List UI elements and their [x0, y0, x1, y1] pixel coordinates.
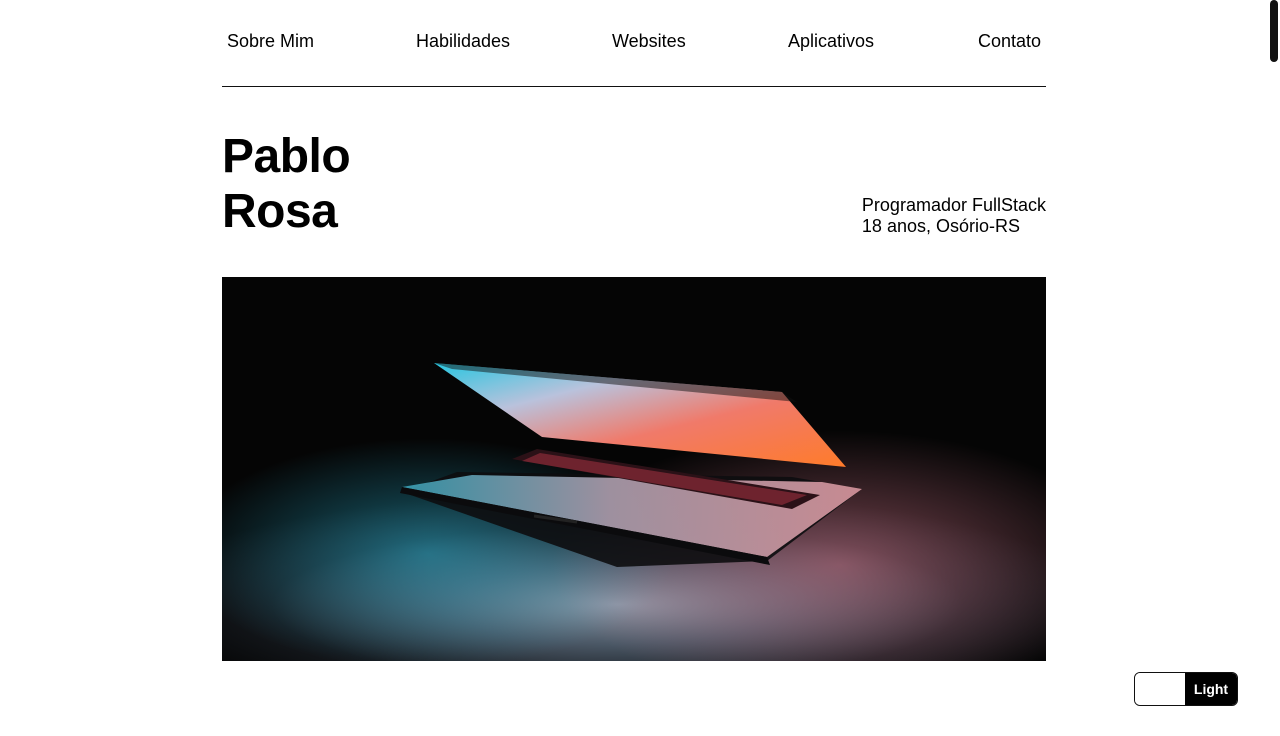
- laptop-photo-image: [222, 277, 1046, 661]
- theme-toggle-label: Light: [1185, 673, 1237, 705]
- nav-link-websites[interactable]: Websites: [612, 31, 686, 52]
- hero-image: [222, 277, 1046, 661]
- details-text: 18 anos, Osório-RS: [861, 216, 1020, 236]
- hero-section: Pablo Rosa Programador FullStack 18 anos…: [222, 87, 1046, 277]
- nav-link-contato[interactable]: Contato: [978, 31, 1041, 52]
- last-name: Rosa: [222, 185, 338, 238]
- page: Sobre Mim Habilidades Websites Aplicativ…: [0, 0, 1280, 736]
- scrollbar[interactable]: [1268, 0, 1280, 736]
- scrollbar-thumb[interactable]: [1270, 0, 1278, 62]
- page-title: Pablo Rosa: [222, 129, 351, 239]
- main-container: Sobre Mim Habilidades Websites Aplicativ…: [222, 0, 1046, 277]
- first-name: Pablo: [222, 130, 351, 183]
- theme-toggle[interactable]: Light: [1134, 672, 1238, 706]
- profile-info: Programador FullStack 18 anos, Osório-RS: [862, 195, 1046, 237]
- toggle-track: [1135, 673, 1185, 705]
- top-navigation: Sobre Mim Habilidades Websites Aplicativ…: [222, 0, 1046, 87]
- nav-link-aplicativos[interactable]: Aplicativos: [788, 31, 874, 52]
- role-text: Programador FullStack: [861, 195, 1046, 215]
- nav-link-sobre-mim[interactable]: Sobre Mim: [227, 31, 314, 52]
- nav-link-habilidades[interactable]: Habilidades: [416, 31, 510, 52]
